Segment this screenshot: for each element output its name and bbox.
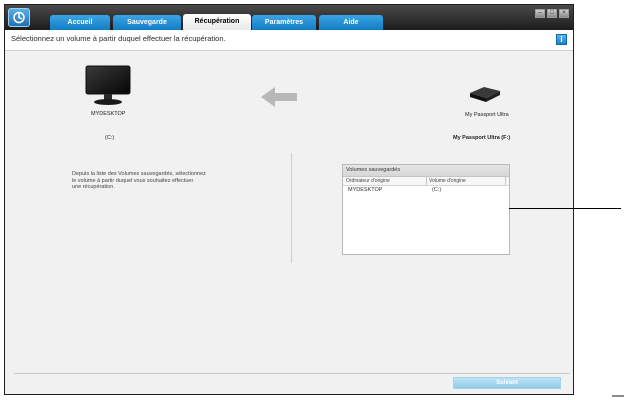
row-computer: MYDESKTOP: [348, 187, 383, 193]
title-bar: Accueil Sauvegarde Récupération Paramètr…: [5, 5, 573, 30]
instructions-text: Depuis la liste des Volumes sauvegardés,…: [72, 171, 206, 190]
row-volume: (C:): [432, 187, 442, 193]
tab-aide[interactable]: Aide: [319, 15, 383, 30]
monitor-icon: [85, 65, 131, 105]
tab-sauvegarde[interactable]: Sauvegarde: [113, 15, 181, 30]
minimize-icon[interactable]: –: [535, 9, 545, 18]
column-ordinateur[interactable]: Ordinateur d'origine: [346, 178, 390, 184]
maximize-icon[interactable]: □: [547, 9, 557, 18]
volumes-panel: Volumes sauvegardés Ordinateur d'origine…: [342, 164, 510, 255]
volumes-column-headers: Ordinateur d'origine Volume d'origine: [343, 177, 509, 186]
next-button[interactable]: Suivant: [453, 377, 561, 389]
instruction-text: Sélectionnez un volume à partir duquel e…: [11, 34, 226, 43]
column-separator: [426, 177, 427, 185]
tab-parametres[interactable]: Paramètres: [252, 15, 316, 30]
tab-accueil[interactable]: Accueil: [50, 15, 110, 30]
app-window: Accueil Sauvegarde Récupération Paramètr…: [4, 4, 574, 395]
wd-logo-icon[interactable]: [8, 8, 30, 27]
instruction-bar: Sélectionnez un volume à partir duquel e…: [5, 30, 573, 51]
footer-divider: [14, 373, 570, 374]
external-drive-icon: [470, 87, 500, 102]
divider: [291, 153, 292, 263]
window-controls: – □ ×: [535, 9, 569, 18]
arrow-left-icon: [261, 87, 297, 107]
callout-line: [509, 208, 621, 209]
target-name: My Passport Ultra: [465, 112, 509, 118]
source-drive: (C:): [105, 135, 115, 141]
info-icon[interactable]: i: [556, 34, 567, 45]
corner-mark: [612, 395, 624, 397]
column-volume[interactable]: Volume d'origine: [429, 178, 466, 184]
table-row[interactable]: MYDESKTOP (C:): [343, 186, 509, 194]
close-icon[interactable]: ×: [559, 9, 569, 18]
target-drive: My Passport Ultra (F:): [453, 135, 511, 141]
source-name: MYDESKTOP: [91, 111, 126, 117]
volumes-title: Volumes sauvegardés: [343, 165, 509, 177]
column-separator: [505, 177, 506, 185]
tab-recuperation[interactable]: Récupération: [183, 14, 251, 30]
